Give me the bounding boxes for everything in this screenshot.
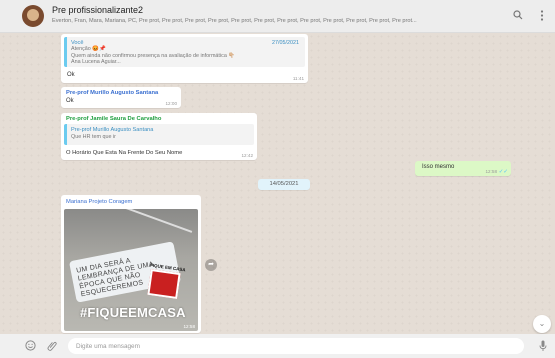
message-text: Isso mesmo	[422, 164, 455, 170]
message-time: 12:42	[241, 153, 254, 158]
chevron-down-icon: ⌄	[538, 319, 546, 328]
message-time: 11:41	[292, 76, 304, 81]
quote-line: Ana Lucena Aguiar...	[71, 59, 121, 65]
quote-sender: Pre-prof Murillo Augusto Santana	[71, 127, 154, 133]
message-bubble[interactable]: Você 27/05/2021 Atenção 😡📌 Quem ainda nã…	[61, 34, 308, 83]
search-icon[interactable]	[512, 10, 524, 22]
message-bubble[interactable]: Pre-prof Jamile Saura De Carvalho Pre-pr…	[61, 113, 257, 160]
message-photo[interactable]: UM DIA SERÁ A LEMBRANÇA DE UMA ÉPOCA QUE…	[64, 209, 198, 331]
chat-area[interactable]: Você 27/05/2021 Atenção 😡📌 Quem ainda nã…	[0, 33, 555, 334]
message-time: 12:00	[165, 101, 178, 106]
emoji-icon[interactable]	[24, 340, 36, 352]
message-text: Ok	[66, 98, 74, 104]
message-sender: Mariana Projeto Coragem	[66, 199, 133, 205]
photo-mask-strap	[125, 209, 193, 233]
quote-text: Que HR tem que ir	[71, 134, 116, 140]
message-text: Ok	[67, 72, 75, 78]
quote-date: 27/05/2021	[272, 40, 299, 46]
chat-members: Everton, Fran, Mara, Mariana, PC, Pre pr…	[52, 18, 417, 24]
photo-hashtag: #FIQUEEMCASA	[80, 305, 186, 320]
mic-icon[interactable]	[537, 340, 549, 352]
chat-header[interactable]: Pre profissionalizante2 Everton, Fran, M…	[0, 0, 555, 33]
message-input[interactable]	[68, 338, 524, 354]
message-sender: Pre-prof Jamile Saura De Carvalho	[66, 116, 162, 122]
menu-icon[interactable]	[536, 10, 548, 22]
composer-bar	[0, 334, 555, 358]
quoted-message[interactable]: Você 27/05/2021 Atenção 😡📌 Quem ainda nã…	[64, 37, 305, 67]
image-message[interactable]: Mariana Projeto Coragem UM DIA SERÁ A LE…	[61, 195, 201, 333]
message-text: O Horário Que Esta Na Frente Do Seu Nome	[66, 150, 183, 156]
date-divider: 14/05/2021	[258, 179, 310, 190]
quote-line: Atenção 😡📌	[71, 46, 106, 52]
scroll-down-button[interactable]: ⌄	[533, 315, 551, 333]
forward-icon[interactable]: ➦	[205, 259, 217, 271]
message-sender: Pre-prof Murillo Augusto Santana	[66, 90, 159, 96]
message-time: 12:58	[183, 324, 196, 329]
photo-badge	[147, 269, 181, 299]
message-bubble[interactable]: Pre-prof Murillo Augusto Santana Ok 12:0…	[61, 87, 181, 108]
message-time: 12:58	[485, 169, 498, 174]
double-check-icon: ✓✓	[498, 169, 508, 175]
outgoing-message[interactable]: Isso mesmo 12:58 ✓✓	[415, 161, 511, 176]
group-avatar[interactable]	[22, 5, 44, 27]
quoted-message[interactable]: Pre-prof Murillo Augusto Santana Que HR …	[64, 124, 254, 145]
chat-title[interactable]: Pre profissionalizante2	[52, 5, 143, 15]
attach-icon[interactable]	[44, 338, 61, 355]
